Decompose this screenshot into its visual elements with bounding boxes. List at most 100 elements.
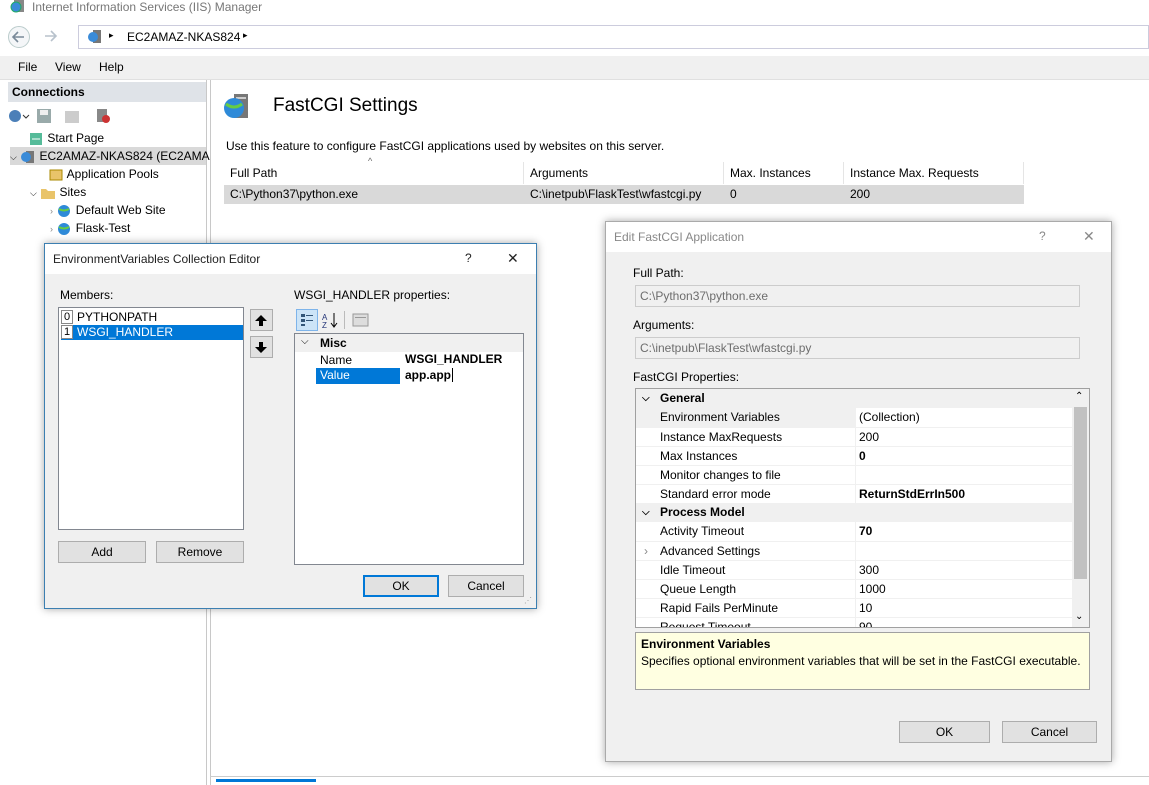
expand-chevron-icon[interactable]: ⌵ xyxy=(30,184,37,202)
property-row[interactable]: Name WSGI_HANDLER xyxy=(295,352,523,368)
breadcrumb-server[interactable]: EC2AMAZ-NKAS824 xyxy=(127,30,240,44)
arguments-label: Arguments: xyxy=(633,318,695,332)
tree-item-start-page[interactable]: Start Page xyxy=(28,129,104,147)
table-cell-arguments[interactable]: C:\inetpub\FlaskTest\wfastcgi.py xyxy=(524,185,724,204)
categorized-view-icon[interactable] xyxy=(296,309,318,331)
property-row[interactable]: Activity Timeout 70 xyxy=(636,522,1072,541)
add-button[interactable]: Add xyxy=(58,541,146,563)
column-header-max-requests[interactable]: Instance Max. Requests xyxy=(844,162,1024,184)
property-value[interactable]: 1000 xyxy=(856,580,886,599)
address-bar[interactable]: ▸ EC2AMAZ-NKAS824 ▸ xyxy=(78,25,1149,49)
save-icon[interactable] xyxy=(36,108,52,124)
property-value[interactable]: 70 xyxy=(856,522,872,541)
tree-item-app-pools[interactable]: Application Pools xyxy=(48,165,159,183)
svg-text:Z: Z xyxy=(322,321,327,329)
help-button[interactable]: ? xyxy=(465,251,472,265)
table-cell-max-instances[interactable]: 0 xyxy=(724,185,844,204)
properties-label: WSGI_HANDLER properties: xyxy=(294,288,451,302)
property-value[interactable]: 10 xyxy=(856,599,872,618)
property-row[interactable]: Rapid Fails PerMinute 10 xyxy=(636,598,1072,617)
alphabetical-sort-icon[interactable]: AZ xyxy=(321,311,341,329)
move-down-button[interactable] xyxy=(250,336,273,358)
list-item-selected[interactable]: 1 WSGI_HANDLER xyxy=(61,325,243,340)
property-row[interactable]: Monitor changes to file xyxy=(636,465,1072,484)
disconnect-icon[interactable] xyxy=(94,108,112,124)
menu-help[interactable]: Help xyxy=(99,60,124,74)
scroll-up-icon[interactable]: ⌃ xyxy=(1075,391,1083,402)
list-item[interactable]: 0 PYTHONPATH xyxy=(61,310,243,325)
tree-item-default-web-site[interactable]: › Default Web Site xyxy=(50,201,166,219)
tree-item-server[interactable]: ⌵ EC2AMAZ-NKAS824 (EC2AMA xyxy=(10,147,210,166)
property-name: Rapid Fails PerMinute xyxy=(660,601,779,615)
column-header-arguments[interactable]: Arguments xyxy=(524,162,724,184)
property-row[interactable]: Max Instances 0 xyxy=(636,446,1072,465)
property-grid[interactable]: ⌵ General Environment Variables (Collect… xyxy=(635,388,1090,628)
property-grid-scrollbar[interactable]: ⌃ ⌄ xyxy=(1072,389,1089,627)
close-icon[interactable]: ✕ xyxy=(507,250,519,267)
tree-item-sites[interactable]: ⌵ Sites xyxy=(30,183,86,201)
property-row[interactable]: Idle Timeout 300 xyxy=(636,560,1072,579)
property-row[interactable]: Standard error mode ReturnStdErrIn500 xyxy=(636,484,1072,503)
category-general[interactable]: ⌵ General xyxy=(636,389,1072,408)
property-row[interactable]: Environment Variables (Collection) xyxy=(636,408,1072,427)
property-value[interactable]: 300 xyxy=(856,561,879,580)
expand-chevron-icon[interactable]: › xyxy=(50,220,53,238)
category-label: General xyxy=(660,391,705,405)
property-value[interactable]: WSGI_HANDLER xyxy=(405,352,502,366)
scroll-down-icon[interactable]: ⌄ xyxy=(1075,611,1083,622)
property-value[interactable]: 0 xyxy=(856,447,866,466)
cancel-button[interactable]: Cancel xyxy=(448,575,524,597)
menu-view[interactable]: View xyxy=(55,60,81,74)
expand-chevron-icon[interactable]: › xyxy=(644,542,648,561)
resize-grip-icon[interactable]: ⋰ xyxy=(524,596,532,605)
property-value[interactable]: (Collection) xyxy=(856,408,1072,427)
help-button[interactable]: ? xyxy=(1039,229,1046,243)
properties-grid[interactable]: ⌵ Misc Name WSGI_HANDLER Value app.app xyxy=(294,333,524,565)
full-path-field[interactable]: C:\Python37\python.exe xyxy=(635,285,1080,307)
property-value[interactable] xyxy=(856,466,859,485)
collapse-chevron-icon[interactable]: ⌵ xyxy=(642,389,650,408)
column-header-full-path[interactable]: Full Path xyxy=(224,162,524,184)
feature-description: Use this feature to configure FastCGI ap… xyxy=(226,139,665,153)
breadcrumb-separator: ▸ xyxy=(109,30,114,40)
back-button[interactable] xyxy=(8,26,30,48)
property-name: Idle Timeout xyxy=(660,563,726,577)
property-pages-icon[interactable] xyxy=(352,311,370,329)
table-cell-full-path[interactable]: C:\Python37\python.exe xyxy=(224,185,524,204)
category-process-model[interactable]: ⌵ Process Model xyxy=(636,503,1072,522)
forward-button[interactable] xyxy=(40,26,62,48)
property-row[interactable]: Request Timeout 90 xyxy=(636,617,1072,627)
expand-chevron-icon[interactable]: › xyxy=(50,202,53,220)
status-divider xyxy=(210,776,1149,777)
breadcrumb-chevron-icon[interactable]: ▸ xyxy=(243,30,248,41)
collapse-chevron-icon[interactable]: ⌵ xyxy=(301,336,309,347)
scrollbar-thumb[interactable] xyxy=(1074,407,1087,579)
ok-button[interactable]: OK xyxy=(899,721,990,743)
ok-button[interactable]: OK xyxy=(363,575,439,597)
arguments-field[interactable]: C:\inetpub\FlaskTest\wfastcgi.py xyxy=(635,337,1080,359)
tree-item-flask-test[interactable]: › Flask-Test xyxy=(50,219,130,237)
table-cell-max-requests[interactable]: 200 xyxy=(844,185,1024,204)
members-list[interactable]: 0 PYTHONPATH 1 WSGI_HANDLER xyxy=(58,307,244,530)
category-misc[interactable]: ⌵ Misc xyxy=(295,334,523,352)
cancel-button[interactable]: Cancel xyxy=(1002,721,1097,743)
menu-file[interactable]: File xyxy=(18,60,37,74)
arrow-up-icon xyxy=(255,315,267,326)
property-value-editor[interactable]: app.app xyxy=(405,368,454,382)
property-row[interactable]: Queue Length 1000 xyxy=(636,579,1072,598)
property-row[interactable]: Instance MaxRequests 200 xyxy=(636,427,1072,446)
expand-chevron-icon[interactable]: ⌵ xyxy=(10,148,17,166)
remove-button[interactable]: Remove xyxy=(156,541,244,563)
connect-icon[interactable] xyxy=(8,108,30,124)
property-value[interactable]: ReturnStdErrIn500 xyxy=(856,485,965,504)
up-icon[interactable] xyxy=(64,108,80,124)
property-value[interactable] xyxy=(856,542,859,561)
property-value[interactable]: 200 xyxy=(856,428,879,447)
close-icon[interactable]: ✕ xyxy=(1083,228,1095,245)
property-value[interactable]: 90 xyxy=(856,618,872,627)
collapse-chevron-icon[interactable]: ⌵ xyxy=(642,503,650,522)
column-header-max-instances[interactable]: Max. Instances xyxy=(724,162,844,184)
property-row-selected[interactable]: Value app.app xyxy=(295,368,523,384)
property-row[interactable]: › Advanced Settings xyxy=(636,541,1072,560)
move-up-button[interactable] xyxy=(250,309,273,331)
